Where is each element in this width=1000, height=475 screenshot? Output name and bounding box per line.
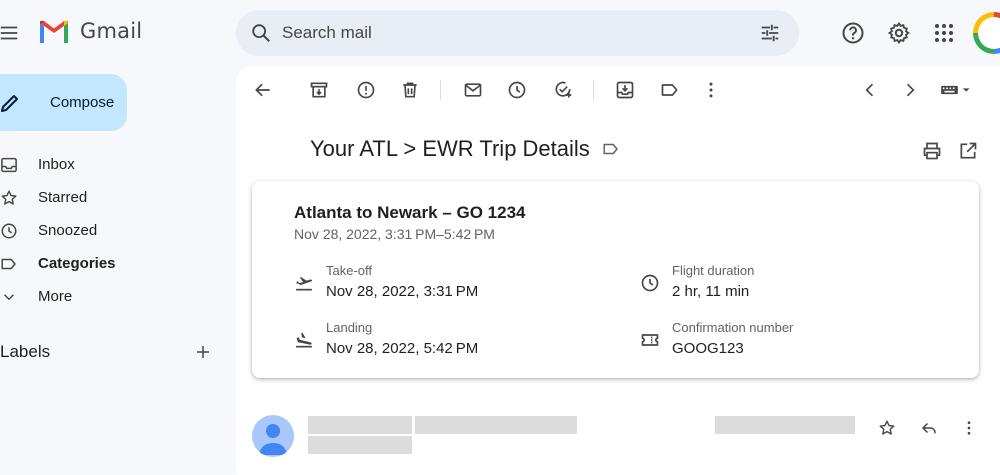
older-chevron-right-icon[interactable] [900,80,920,100]
confirmation-label: Confirmation number [672,320,794,335]
flight-takeoff-icon [296,277,313,291]
redacted-sender-email [415,416,577,434]
pencil-icon [1,94,18,112]
sidebar-item-label: Snoozed [38,222,98,239]
settings-gear-icon[interactable] [887,21,911,45]
compose-label: Compose [50,94,115,111]
mark-unread-icon[interactable] [463,80,483,100]
apps-grid-icon[interactable] [932,21,956,45]
sidebar-item-label: More [38,288,73,305]
redacted-sender-name [308,416,412,434]
landing-detail: Landing Nov 28, 2022, 5:42 PM [294,320,478,357]
report-spam-icon[interactable] [356,80,376,100]
plus-icon[interactable] [194,343,212,361]
clock-icon [1,223,17,238]
sidebar-item-starred[interactable]: Starred [0,181,230,214]
input-tools-keyboard-icon[interactable] [939,80,975,100]
labels-section-header: Labels [0,340,212,364]
move-to-icon[interactable] [615,80,635,100]
toolbar-divider [440,80,441,100]
label-icon [1,258,16,269]
labels-title: Labels [0,342,51,361]
label-as-icon[interactable] [660,80,680,100]
search-bar[interactable] [236,10,799,56]
redacted-timestamp [715,416,855,434]
chevron-down-icon [3,293,15,300]
sidebar-item-label: Categories [38,255,116,272]
person-icon [259,424,287,455]
gmail-logo[interactable]: Gmail [38,19,142,43]
sidebar-item-categories[interactable]: Categories [0,247,230,280]
duration-value: 2 hr, 11 min [672,283,750,300]
takeoff-value: Nov 28, 2022, 3:31 PM [326,283,479,300]
redacted-recipient [308,436,412,454]
flight-landing-icon [296,332,312,348]
ticket-icon [641,334,659,346]
sidebar-item-more[interactable]: More [0,280,230,313]
flight-route-title: Atlanta to Newark – GO 1234 [294,203,526,222]
confirmation-detail: Confirmation number GOOG123 [640,320,793,357]
sidebar-nav: Inbox Starred Snoozed Categories More [0,148,230,313]
app-name: Gmail [80,19,143,43]
more-vertical-icon[interactable] [701,80,721,100]
label-tag-icon[interactable] [602,140,620,158]
gmail-m-icon [40,21,68,43]
sidebar-item-label: Starred [38,189,88,206]
sidebar-item-inbox[interactable]: Inbox [0,148,230,181]
confirmation-value: GOOG123 [672,340,744,357]
email-subject-row: Your ATL > EWR Trip Details [310,136,620,162]
archive-icon[interactable] [309,80,329,100]
compose-button[interactable]: Compose [0,74,127,131]
landing-label: Landing [326,320,373,335]
star-icon [1,190,17,205]
inbox-icon [1,157,17,172]
flight-time-range: Nov 28, 2022, 3:31 PM–5:42 PM [294,226,495,242]
search-input[interactable] [282,23,759,43]
sidebar-item-snoozed[interactable]: Snoozed [0,214,230,247]
google-account-avatar[interactable] [973,12,1000,54]
newer-chevron-left-icon[interactable] [860,80,880,100]
takeoff-detail: Take-off Nov 28, 2022, 3:31 PM [294,263,478,300]
sender-avatar[interactable] [252,415,294,457]
reply-icon[interactable] [920,419,938,437]
sidebar-item-label: Inbox [38,156,75,173]
search-options-icon[interactable] [759,22,781,44]
trash-icon[interactable] [400,80,420,100]
search-icon[interactable] [250,22,272,44]
star-icon[interactable] [878,419,896,437]
landing-value: Nov 28, 2022, 5:42 PM [326,340,479,357]
flight-details-card: Atlanta to Newark – GO 1234 Nov 28, 2022… [252,181,979,378]
duration-label: Flight duration [672,263,755,278]
more-vertical-icon[interactable] [960,419,978,437]
back-arrow-icon[interactable] [253,80,273,100]
toolbar-divider [593,80,594,100]
clock-icon [641,274,659,292]
open-in-new-window-icon[interactable] [958,141,978,161]
print-icon[interactable] [922,141,942,161]
takeoff-label: Take-off [326,263,373,278]
help-icon[interactable] [841,21,865,45]
add-task-icon[interactable] [553,80,573,100]
flight-duration-detail: Flight duration 2 hr, 11 min [640,263,754,300]
message-view: Your ATL > EWR Trip Details Atlanta to N… [236,66,1000,475]
snooze-icon[interactable] [507,80,527,100]
main-menu-icon[interactable] [0,22,20,44]
email-subject: Your ATL > EWR Trip Details [310,136,590,161]
